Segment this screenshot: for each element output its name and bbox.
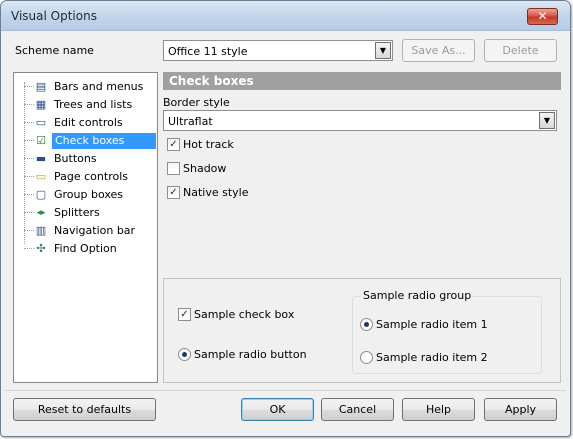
sample-radio-label: Sample radio button [194,348,307,361]
window-title: Visual Options [11,9,97,23]
shadow-label: Shadow [183,162,227,175]
apply-button[interactable]: Apply [484,398,557,421]
tree-item-edit-controls[interactable]: ▭ Edit controls [14,114,157,132]
radio-selected-icon[interactable] [360,318,373,331]
radio-unselected-icon[interactable] [360,351,373,364]
tree-item-label: Check boxes [52,133,156,149]
sample-preview-box: ✓ Sample check box Sample radio button S… [163,278,561,383]
edit-control-icon: ▭ [35,116,47,129]
hot-track-label: Hot track [183,138,234,151]
find-option-icon: ✣ [36,242,46,255]
tree-item-buttons[interactable]: ▬ Buttons [14,150,157,168]
native-style-label: Native style [183,186,249,199]
reset-to-defaults-button[interactable]: Reset to defaults [13,398,156,421]
tree-item-bars-and-menus[interactable]: ▤ Bars and menus [14,78,157,96]
tree-branch [24,194,34,195]
page-control-icon: ▭ [35,170,47,183]
splitter-icon: ◂▸ [36,208,46,218]
tree-item-group-boxes[interactable]: ▢ Group boxes [14,186,157,204]
tree-branch [24,122,34,123]
chevron-down-icon[interactable]: ▼ [539,112,555,129]
scheme-name-label: Scheme name [15,44,94,57]
navigation-bar-icon: ▥ [35,224,47,237]
scheme-name-value: Office 11 style [168,45,248,58]
divider [5,390,566,391]
tree-branch [24,230,34,231]
tree-branch [24,86,34,87]
save-as-button[interactable]: Save As... [402,39,475,62]
tree-item-label: Trees and lists [54,98,133,111]
tree-branch [24,158,34,159]
options-tree[interactable]: ▤ Bars and menus ▦ Trees and lists ▭ Edi… [13,72,158,383]
sample-radio-group: Sample radio group Sample radio item 1 S… [352,289,542,374]
close-button[interactable]: ✕ [527,8,558,25]
tree-branch [24,248,34,249]
radio-item-2-label: Sample radio item 2 [376,351,488,364]
tree-item-page-controls[interactable]: ▭ Page controls [14,168,157,186]
checkbox-icon: ☑ [36,134,46,147]
close-icon: ✕ [537,9,548,23]
tree-item-label: Page controls [54,170,128,183]
tree-item-label: Splitters [54,206,100,219]
radio-selected-icon[interactable] [178,348,191,361]
border-style-select[interactable]: Ultraflat ▼ [163,110,557,131]
tree-branch [24,212,34,213]
tree-item-label: Buttons [54,152,97,165]
tree-item-navigation-bar[interactable]: ▥ Navigation bar [14,222,157,240]
title-bar[interactable]: Visual Options ✕ [1,1,570,31]
chevron-down-icon[interactable]: ▼ [375,42,391,59]
bars-menus-icon: ▤ [35,80,47,93]
cancel-button[interactable]: Cancel [321,398,394,421]
tree-item-label: Navigation bar [54,224,136,237]
group-box-icon: ▢ [35,188,47,201]
tree-item-splitters[interactable]: ◂▸ Splitters [14,204,157,222]
tree-item-trees-and-lists[interactable]: ▦ Trees and lists [14,96,157,114]
check-mark-icon[interactable]: ✓ [178,308,191,321]
panel-header: Check boxes [163,72,561,90]
radio-group-title: Sample radio group [361,289,474,302]
tree-item-check-boxes[interactable]: ☑ Check boxes [14,132,157,150]
visual-options-window: Visual Options ✕ Scheme name Office 11 s… [0,0,571,437]
radio-item-1-label: Sample radio item 1 [376,318,488,331]
empty-checkbox-icon[interactable] [167,162,180,175]
tree-branch [24,104,34,105]
scheme-name-select[interactable]: Office 11 style ▼ [163,40,393,61]
tree-item-label: Bars and menus [54,80,144,93]
ok-button[interactable]: OK [241,398,314,421]
tree-branch [24,140,34,141]
tree-item-label: Find Option [54,242,117,255]
tree-item-find-option[interactable]: ✣ Find Option [14,240,157,258]
help-button[interactable]: Help [402,398,475,421]
check-mark-icon[interactable]: ✓ [167,186,180,199]
border-style-value: Ultraflat [168,115,213,128]
border-style-label: Border style [163,96,230,109]
check-mark-icon[interactable]: ✓ [167,138,180,151]
dialog-body: Scheme name Office 11 style ▼ Save As...… [5,32,566,432]
tree-list-icon: ▦ [35,98,47,111]
sample-checkbox-label: Sample check box [194,308,295,321]
delete-button[interactable]: Delete [484,39,557,62]
tree-branch [24,176,34,177]
button-icon: ▬ [35,152,47,165]
tree-item-label: Group boxes [54,188,124,201]
tree-item-label: Edit controls [54,116,123,129]
